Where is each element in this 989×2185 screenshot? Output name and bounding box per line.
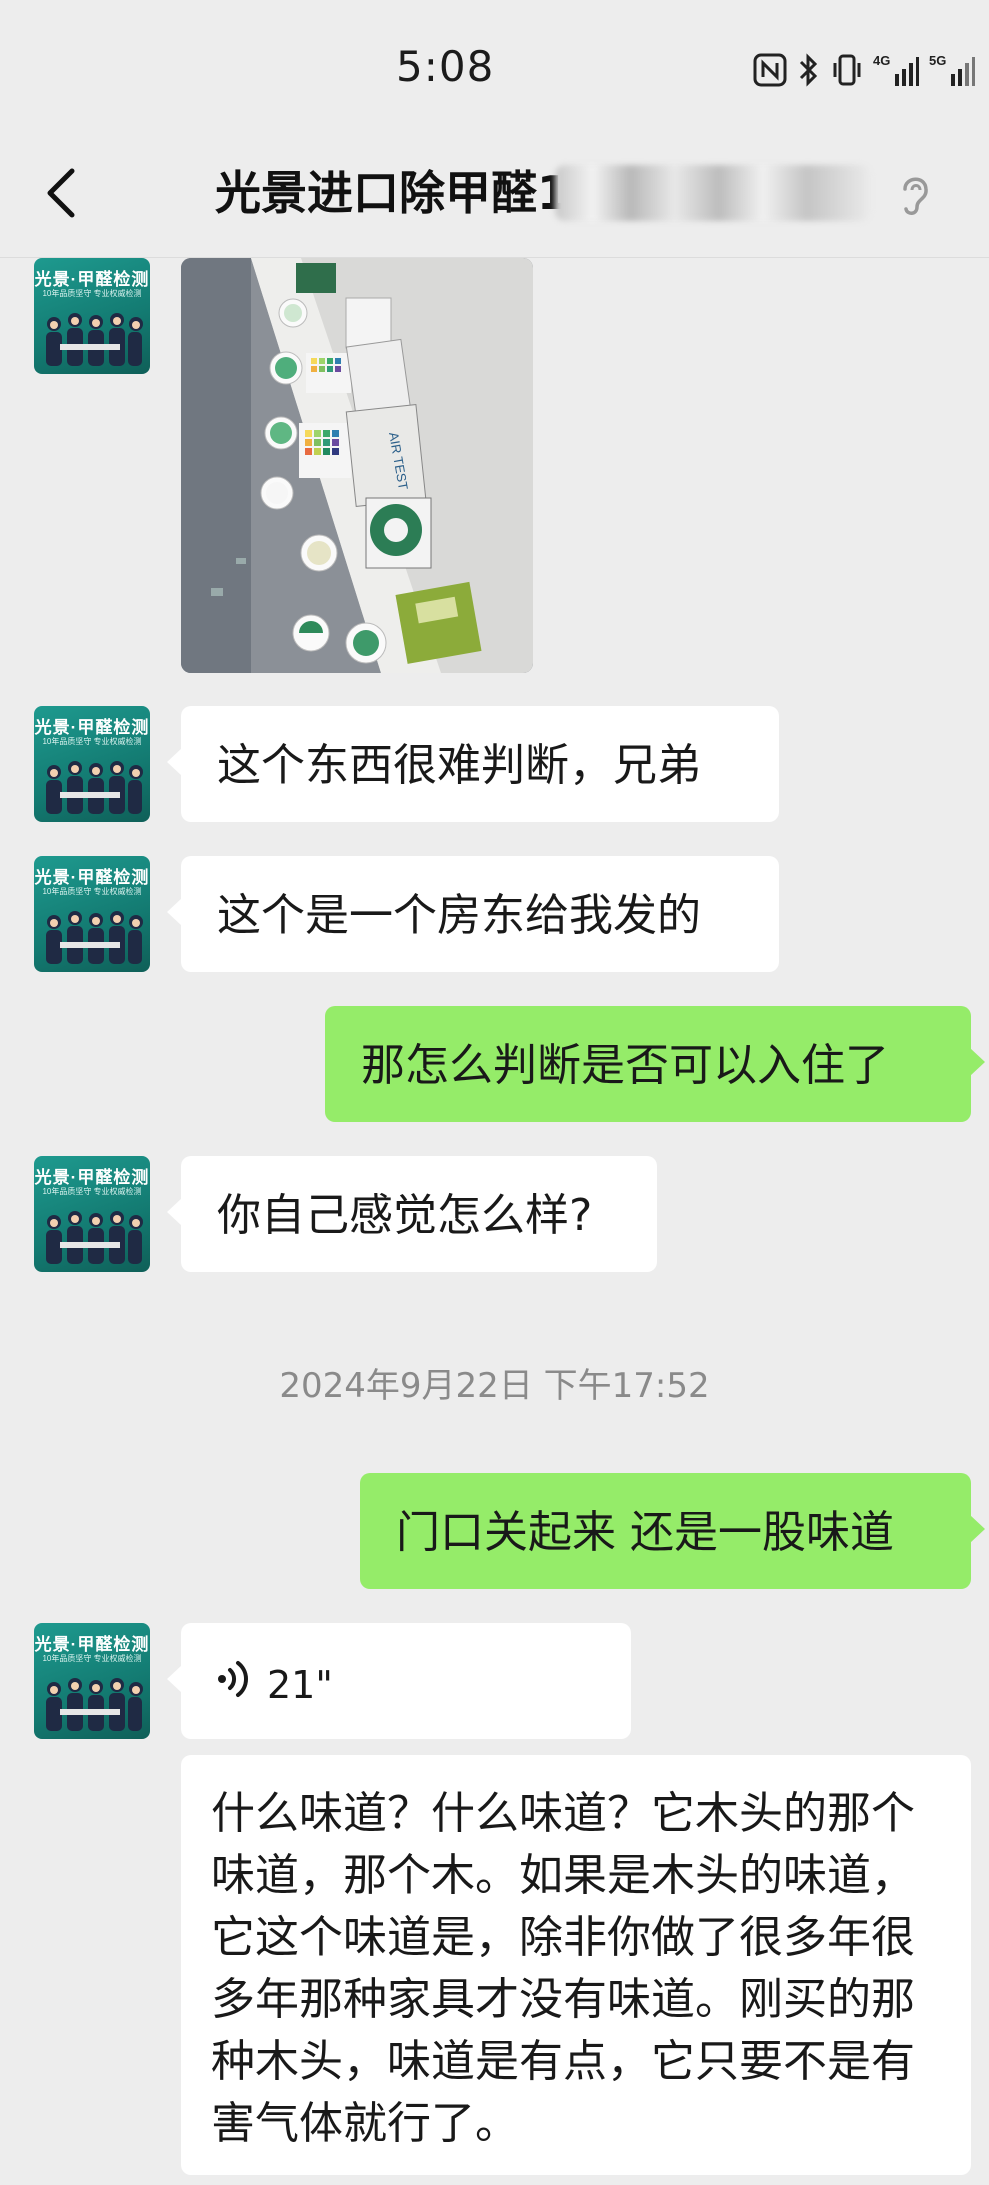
voice-transcript-bubble[interactable]: 什么味道？什么味道？它木头的那个味道，那个木。如果是木头的味道，它这个味道是，除… xyxy=(181,1755,971,2175)
network-5g-label: 5G xyxy=(929,53,946,68)
avatar-people-graphic xyxy=(46,761,143,814)
ear-icon[interactable] xyxy=(895,169,935,219)
message-photo[interactable]: AIR TEST xyxy=(181,258,533,673)
message-bubble[interactable]: 这个东西很难判断，兄弟 xyxy=(167,706,779,822)
avatar-people-graphic xyxy=(46,1678,143,1731)
contact-avatar[interactable]: 光景·甲醛检测 10年品质坚守 专业权威检测 xyxy=(34,706,150,822)
avatar-people-graphic xyxy=(46,1211,143,1264)
bluetooth-icon xyxy=(797,52,821,88)
nfc-icon xyxy=(753,53,787,87)
message-bubble[interactable]: 你自己感觉怎么样? xyxy=(167,1156,657,1272)
chevron-left-icon[interactable] xyxy=(38,163,88,223)
chat-header: 光景进口除甲醛1 xyxy=(0,135,989,258)
avatar-slogan-text: 10年品质坚守 专业权威检测 xyxy=(42,289,142,298)
avatar-slogan-text: 10年品质坚守 专业权威检测 xyxy=(42,887,142,896)
avatar-brand-text: 光景·甲醛检测 xyxy=(34,1635,150,1654)
status-time: 5:08 xyxy=(396,42,495,91)
status-icons: 4G 5G xyxy=(753,50,975,90)
vibrate-icon xyxy=(831,53,863,87)
voice-message-bubble[interactable]: 21" xyxy=(167,1623,631,1739)
avatar-slogan-text: 10年品质坚守 专业权威检测 xyxy=(42,1654,142,1663)
message-bubble-outgoing[interactable]: 那怎么判断是否可以入住了 xyxy=(325,1006,985,1122)
avatar-slogan-text: 10年品质坚守 专业权威检测 xyxy=(42,1187,142,1196)
avatar-people-graphic xyxy=(46,911,143,964)
contact-avatar[interactable]: 光景·甲醛检测 10年品质坚守 专业权威检测 xyxy=(34,258,150,374)
contact-avatar[interactable]: 光景·甲醛检测 10年品质坚守 专业权威检测 xyxy=(34,856,150,972)
avatar-brand-text: 光景·甲醛检测 xyxy=(34,718,150,737)
contact-avatar[interactable]: 光景·甲醛检测 10年品质坚守 专业权威检测 xyxy=(34,1623,150,1739)
avatar-slogan-text: 10年品质坚守 专业权威检测 xyxy=(42,737,142,746)
voice-duration: 21" xyxy=(267,1663,333,1707)
title-redaction xyxy=(555,165,870,221)
signal-4g-icon: 4G xyxy=(873,52,919,88)
avatar-brand-text: 光景·甲醛检测 xyxy=(34,868,150,887)
chat-title[interactable]: 光景进口除甲醛1 xyxy=(215,157,569,223)
voice-wave-icon xyxy=(217,1655,251,1715)
network-4g-label: 4G xyxy=(873,53,890,68)
message-list[interactable]: 光景·甲醛检测 10年品质坚守 专业权威检测 AIR TEST 光景·甲醛检测 … xyxy=(0,258,989,2185)
message-bubble-outgoing[interactable]: 门口关起来 还是一股味道 xyxy=(360,1473,985,1589)
avatar-brand-text: 光景·甲醛检测 xyxy=(34,1168,150,1187)
contact-avatar[interactable]: 光景·甲醛检测 10年品质坚守 专业权威检测 xyxy=(34,1156,150,1272)
avatar-people-graphic xyxy=(46,313,143,366)
signal-5g-icon: 5G xyxy=(929,52,975,88)
message-bubble[interactable]: 这个是一个房东给我发的 xyxy=(167,856,779,972)
message-timestamp: 2024年9月22日 下午17:52 xyxy=(279,1366,710,1406)
status-bar: 5:08 4G 5G xyxy=(0,0,989,135)
avatar-brand-text: 光景·甲醛检测 xyxy=(34,270,150,289)
